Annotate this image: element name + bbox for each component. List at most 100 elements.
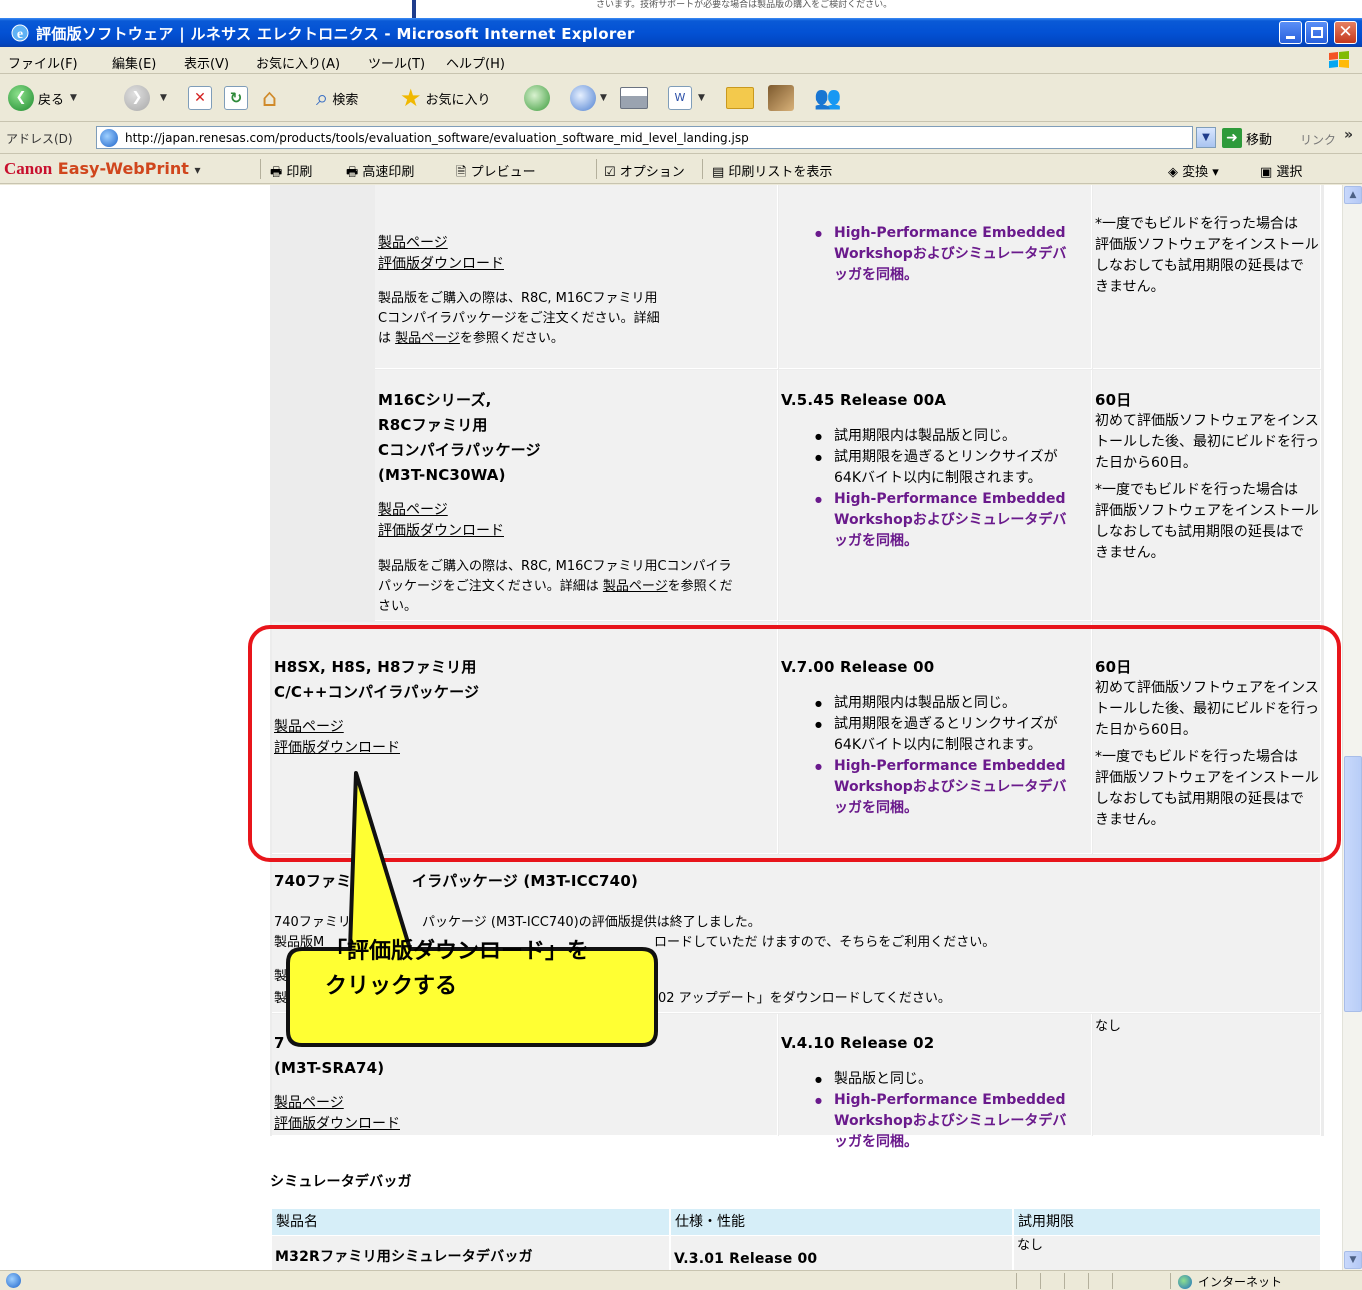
scroll-up-button[interactable]: ▲ [1344,186,1362,204]
maximize-button[interactable] [1305,21,1328,44]
select-label: 選択 [1276,165,1303,180]
history-icon [524,85,550,111]
options-label: オプション [619,165,685,180]
product-name-line: H8SX, H8S, H8ファミリ用 [274,658,477,676]
print-list-item[interactable]: ▤ 印刷リストを表示 [712,161,832,180]
menu-view[interactable]: 表示(V) [184,53,229,72]
address-url[interactable]: http://japan.renesas.com/products/tools/… [125,131,749,145]
search-label: 検索 [332,92,359,108]
favorites-button[interactable]: ★ お気に入り [400,83,491,113]
note-line: さい。 [378,599,418,614]
easy-webprint-toolbar: Canon Easy-WebPrint ▾ 🖶 印刷 🖶 高速印刷 🗎 プレビュ… [0,154,1362,184]
background-window-text: さいます。技術サポートが必要な場合は製品版の購入をご検討ください。 [596,0,893,10]
print-button[interactable] [620,83,648,113]
favorites-star-icon: ★ [400,84,422,112]
product-page-link[interactable]: 製品ページ [378,233,448,254]
back-dropdown-icon[interactable]: ▼ [70,93,77,103]
forward-button[interactable]: ❯ ▼ [124,83,167,113]
title-bar[interactable]: e 評価版ソフトウェア | ルネサス エレクトロニクス - Microsoft … [0,18,1362,47]
preview-item[interactable]: 🗎 プレビュー [456,161,536,185]
research-icon [768,85,794,111]
vertical-scrollbar[interactable]: ▲ ▼ [1342,185,1362,1270]
menu-file[interactable]: ファイル(F) [8,53,78,72]
minimize-icon [1286,36,1295,39]
discontinued-notice: 製 02 アップデート」をダウンロードしてください。 [274,989,951,1009]
refresh-button[interactable]: ↻ [224,83,248,113]
discontinued-notice: 製 [274,969,288,984]
edit-dropdown-icon[interactable]: ▼ [698,93,705,103]
product-page-link[interactable]: 製品ページ [274,1093,344,1114]
word-edit-icon: W [668,86,692,110]
notice-start: 製品版M [274,935,325,950]
spec-list: 試用期限内は製品版と同じ。 試用期限を過ぎるとリンクサイズが 64Kバイト以内に… [812,693,1066,819]
spec-bundle-item: High-Performance Embedded Workshopおよびシミュ… [812,489,1066,552]
back-button[interactable]: ❮ 戻る ▼ [8,83,77,113]
go-button[interactable]: ➜ 移動 [1222,127,1272,149]
evaluation-download-link[interactable]: 評価版ダウンロード [378,521,504,542]
spec-line: 試用期限を過ぎるとリンクサイズが [834,716,1058,732]
search-button[interactable]: ⌕ 検索 [316,83,358,113]
links-chevron-icon[interactable]: » [1344,127,1353,143]
fast-print-item[interactable]: 🖶 高速印刷 [346,161,414,185]
evaluation-download-link[interactable]: 評価版ダウンロード [274,738,400,759]
evaluation-download-link[interactable]: 評価版ダウンロード [274,1114,400,1135]
version-label: V.7.00 Release 00 [781,658,935,676]
note-line: Cコンパイラパッケージをご注文ください。詳細 [378,311,660,326]
period-line: トールした後、最初にビルドを行っ [1095,701,1319,717]
convert-item[interactable]: ◈ 変換 ▾ [1168,161,1219,180]
period-line: しなおしても試用期限の延長はで [1095,524,1304,540]
select-item[interactable]: ▣ 選択 [1260,161,1302,180]
convert-label: 変換 [1182,165,1209,180]
address-input[interactable]: http://japan.renesas.com/products/tools/… [96,126,1193,149]
mail-icon [570,85,596,111]
menu-edit[interactable]: 編集(E) [112,53,156,72]
messenger-button[interactable]: 👥 [814,83,841,113]
product-name: M32Rファミリ用シミュレータデバッガ [275,1249,533,1265]
version-label: V.5.45 Release 00A [781,391,947,409]
mail-button[interactable]: ▼ [570,83,607,113]
refresh-icon: ↻ [224,86,248,110]
links-button[interactable]: リンク [1300,131,1336,148]
close-button[interactable]: ✕ [1334,21,1357,44]
period-line: トールした後、最初にビルドを行っ [1095,434,1319,450]
spec-bundle-line: High-Performance Embedded [834,491,1066,507]
folder-button[interactable] [726,83,754,113]
period-line: しなおしても試用期限の延長はで [1095,258,1304,274]
spec-bundle-line: High-Performance Embedded [834,1092,1066,1108]
options-item[interactable]: ☑ オプション [604,161,685,180]
print-list-label: 印刷リストを表示 [728,165,833,180]
spec-bundle-line: ッガを同梱。 [834,267,918,283]
favorites-label: お気に入り [425,92,491,108]
stop-button[interactable]: ✕ [188,83,212,113]
edit-button[interactable]: W ▼ [668,83,705,113]
mail-dropdown-icon[interactable]: ▼ [600,93,607,103]
toolbar-divider [702,159,703,179]
address-dropdown-button[interactable]: ▼ [1196,127,1216,148]
period-line: 評価版ソフトウェアをインストール [1095,503,1319,519]
product-page-link[interactable]: 製品ページ [274,717,344,738]
status-pane-divider [1112,1273,1113,1289]
column-header-name: 製品名 [272,1209,670,1235]
note-product-page-link[interactable]: 製品ページ [395,331,460,346]
address-bar: アドレス(D) http://japan.renesas.com/product… [0,122,1362,154]
home-button[interactable]: ⌂ [262,83,277,113]
scroll-thumb[interactable] [1344,756,1362,1012]
scroll-down-button[interactable]: ▼ [1344,1251,1362,1269]
evaluation-download-link[interactable]: 評価版ダウンロード [378,254,504,275]
note-product-page-link[interactable]: 製品ページ [603,579,668,594]
history-button[interactable] [524,83,554,113]
easy-webprint-brand[interactable]: Canon Easy-WebPrint ▾ [4,159,201,179]
standard-toolbar: ❮ 戻る ▼ ❯ ▼ ✕ ↻ ⌂ ⌕ 検索 ★ お気に入り ▼ W ▼ 👥 [0,74,1362,122]
forward-dropdown-icon[interactable]: ▼ [160,93,167,103]
menu-favorites[interactable]: お気に入り(A) [256,53,340,72]
product-name: H8SX, H8S, H8ファミリ用 C/C++コンパイラパッケージ [274,655,479,705]
minimize-button[interactable] [1279,21,1302,44]
product-page-link[interactable]: 製品ページ [378,500,448,521]
research-button[interactable] [768,83,794,113]
menu-help[interactable]: ヘルプ(H) [446,53,505,72]
window-title: 評価版ソフトウェア | ルネサス エレクトロニクス - Microsoft In… [36,25,635,43]
print-item[interactable]: 🖶 印刷 [270,161,312,185]
address-label: アドレス(D) [6,132,73,146]
menu-tools[interactable]: ツール(T) [368,53,425,72]
spec-bundle-line: Workshopおよびシミュレータデバ [834,246,1067,262]
